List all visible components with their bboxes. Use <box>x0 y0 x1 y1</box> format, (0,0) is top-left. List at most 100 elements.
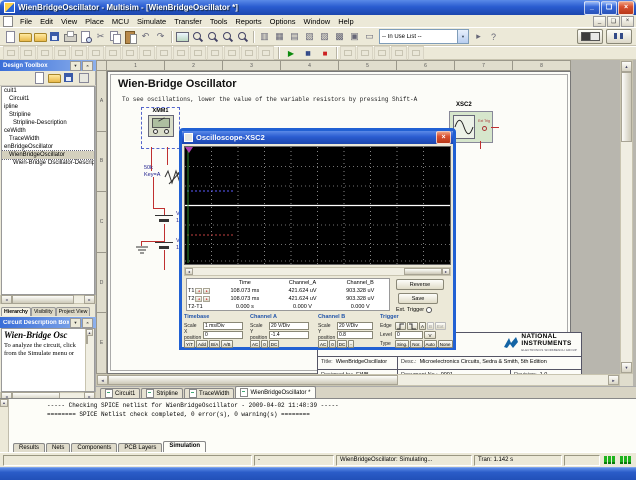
open-icon[interactable] <box>18 30 33 44</box>
new-document-icon[interactable] <box>32 71 47 85</box>
ground-symbol[interactable] <box>134 246 150 256</box>
canvas-horizontal-scrollbar[interactable]: ◄ ► <box>96 374 620 386</box>
trigger-type-button[interactable]: Auto <box>424 340 437 348</box>
tree-item[interactable]: Wien-Bridge Oscillator-Description <box>2 159 94 167</box>
place-cmos-icon[interactable] <box>105 46 121 60</box>
in-use-list-combo[interactable]: ▼ <box>379 29 469 44</box>
redo-icon[interactable]: ↷ <box>153 30 168 44</box>
wire[interactable] <box>153 177 154 209</box>
ext-trig-connector[interactable] <box>482 126 487 131</box>
in-use-list-input[interactable] <box>380 34 457 40</box>
paste-icon[interactable] <box>123 30 138 44</box>
timebase-mode-button[interactable]: Y/T <box>184 340 195 348</box>
tree-item[interactable]: WienBridgeOscillator <box>2 151 94 159</box>
channel-b-yposition-input[interactable] <box>337 331 373 339</box>
channel-a-coupling-button[interactable]: AC <box>250 340 260 348</box>
rising-edge-icon[interactable] <box>395 322 406 330</box>
place-rf-icon[interactable] <box>224 46 240 60</box>
step-over-icon[interactable] <box>374 46 390 60</box>
channel-a-scale-input[interactable] <box>269 322 309 330</box>
scroll-right-icon[interactable]: ► <box>84 295 95 304</box>
place-source-icon[interactable] <box>3 46 19 60</box>
save-button[interactable]: Save <box>398 293 438 304</box>
toolbox-tab[interactable]: Project View <box>56 307 91 316</box>
print-preview-icon[interactable] <box>78 30 93 44</box>
panel-close-icon[interactable]: × <box>82 61 93 71</box>
toolbox-tab[interactable]: Hierarchy <box>1 307 31 316</box>
place-ttl-icon[interactable] <box>88 46 104 60</box>
timebase-mode-button[interactable]: A/B <box>221 340 232 348</box>
document-tab[interactable]: WienBridgeOscillator * <box>235 386 315 398</box>
spreadsheet-tab[interactable]: Simulation <box>163 441 206 452</box>
document-tab[interactable]: Stripline <box>141 388 183 398</box>
spreadsheet-tab[interactable]: PCB Layers <box>118 443 162 452</box>
menu-item[interactable]: Place <box>81 17 108 26</box>
tree-item[interactable]: enBridgeOscillator <box>2 143 94 151</box>
toggle-fullscreen-icon[interactable] <box>175 30 190 44</box>
menu-item[interactable]: View <box>57 17 81 26</box>
undo-icon[interactable]: ↶ <box>138 30 153 44</box>
place-indicator-icon[interactable] <box>156 46 172 60</box>
wire[interactable] <box>167 147 168 165</box>
tree-horizontal-scrollbar[interactable]: ◄ ► <box>0 295 96 304</box>
back-annotate-icon[interactable]: ▭ <box>362 30 377 44</box>
mdi-restore-button[interactable]: ❏ <box>607 16 620 27</box>
menu-item[interactable]: Transfer <box>170 17 206 26</box>
trigger-type-button[interactable]: None <box>438 340 453 348</box>
panel-close-icon[interactable]: × <box>82 318 93 328</box>
multimeter-xmm1[interactable]: XMM1 <box>141 107 180 149</box>
zoom-area-icon[interactable] <box>220 30 235 44</box>
channel-b-coupling-button[interactable]: 0 <box>329 340 336 348</box>
timebase-mode-button[interactable]: Add <box>196 340 208 348</box>
channel-a-coupling-button[interactable]: 0 <box>261 340 268 348</box>
trigger-channel-button[interactable]: A <box>419 322 426 330</box>
trigger-type-button[interactable]: Nor. <box>410 340 422 348</box>
menu-item[interactable]: Options <box>266 17 300 26</box>
breakpoint-icon[interactable] <box>391 46 407 60</box>
channel-b-coupling-button[interactable]: AC <box>318 340 328 348</box>
forward-annotate-icon[interactable]: ▸ <box>471 30 486 44</box>
timebase-scale-input[interactable] <box>203 322 243 330</box>
close-document-icon[interactable] <box>77 71 92 85</box>
oscilloscope-display[interactable] <box>184 146 451 265</box>
pause-switch-button[interactable] <box>606 29 632 44</box>
scroll-thumb[interactable] <box>12 295 74 304</box>
place-electromech-icon[interactable] <box>241 46 257 60</box>
oscilloscope-titlebar[interactable]: Oscilloscope-XSC2 × <box>182 131 453 144</box>
scroll-left-icon[interactable]: ◄ <box>97 375 108 385</box>
falling-edge-icon[interactable] <box>407 322 418 330</box>
scroll-thumb[interactable] <box>86 335 88 344</box>
wire[interactable] <box>164 250 165 270</box>
pause-icon[interactable]: ▮▮ <box>299 46 316 60</box>
trigger-channel-button[interactable]: Ext <box>435 322 446 330</box>
wire[interactable] <box>164 224 165 242</box>
new-icon[interactable] <box>3 30 18 44</box>
menu-item[interactable]: Reports <box>231 17 265 26</box>
place-analog-icon[interactable] <box>71 46 87 60</box>
trigger-level-unit[interactable]: V <box>424 331 436 339</box>
channel-b-coupling-button[interactable]: - <box>348 340 354 348</box>
trigger-channel-button[interactable]: B <box>427 322 434 330</box>
title-bar[interactable]: WienBridgeOscillator - Multisim - [WienB… <box>0 0 636 15</box>
zoom-in-icon[interactable] <box>190 30 205 44</box>
maximize-button[interactable]: ❏ <box>601 1 617 15</box>
place-misc-icon[interactable] <box>190 46 206 60</box>
pause-at-condition-icon[interactable] <box>340 46 356 60</box>
reverse-button[interactable]: Reverse <box>396 279 444 290</box>
description-vertical-scrollbar[interactable]: ▲ <box>85 329 94 391</box>
place-diode-icon[interactable] <box>37 46 53 60</box>
place-peripherals-icon[interactable] <box>207 46 223 60</box>
panel-collapse-icon[interactable]: ▲ <box>0 399 8 407</box>
menu-item[interactable]: Tools <box>206 17 232 26</box>
grapher-icon[interactable]: ▧ <box>302 30 317 44</box>
mdi-minimize-button[interactable]: _ <box>593 16 606 27</box>
scroll-up-icon[interactable]: ▲ <box>621 61 632 72</box>
panel-menu-icon[interactable]: ▼ <box>70 61 81 71</box>
breadboard-icon[interactable]: ▣ <box>347 30 362 44</box>
scroll-thumb[interactable] <box>404 268 442 275</box>
run-icon[interactable]: ▶ <box>282 46 299 60</box>
zoom-out-icon[interactable] <box>205 30 220 44</box>
instrument-icon[interactable] <box>408 46 424 60</box>
help-icon[interactable]: ? <box>486 30 501 44</box>
menu-item[interactable]: Window <box>300 17 335 26</box>
